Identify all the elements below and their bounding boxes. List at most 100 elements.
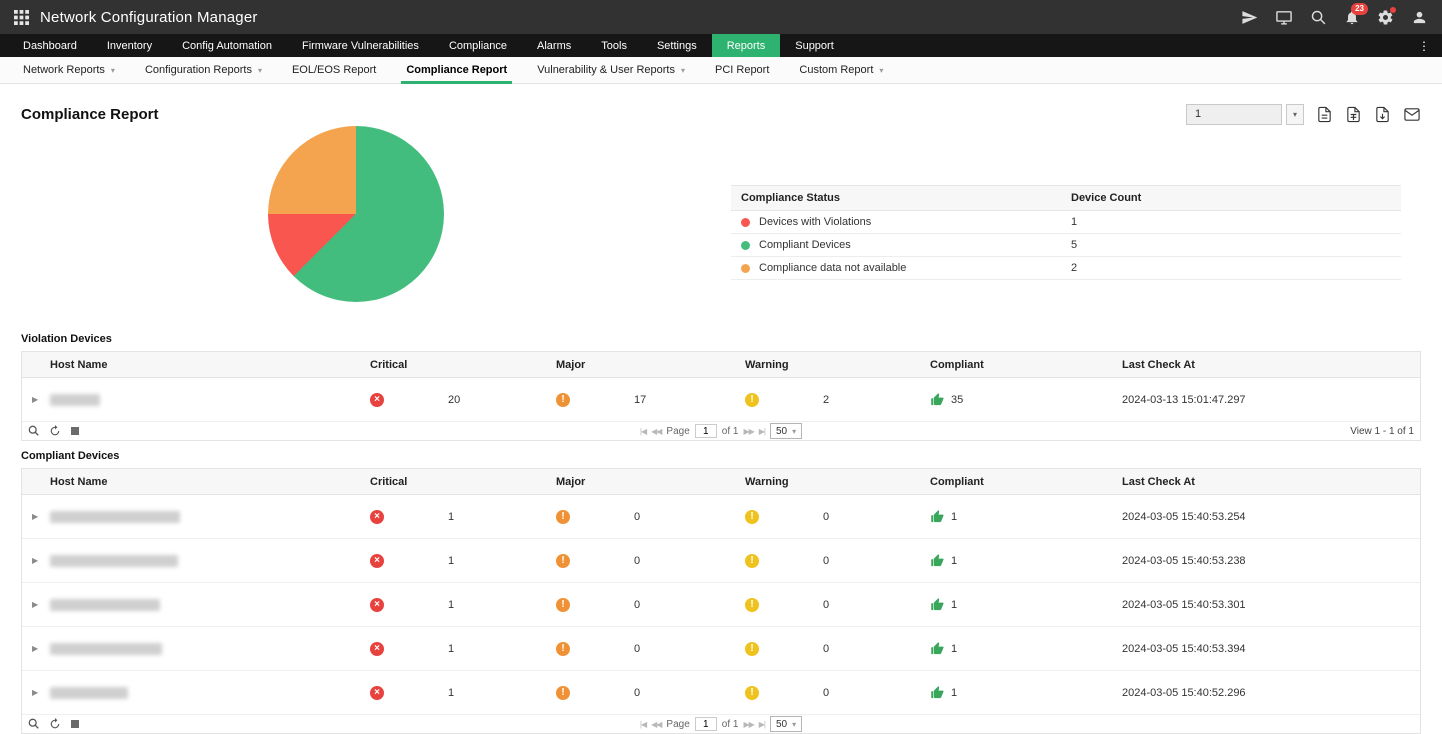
table-row: ▶ ×1 !0 !0 1 2024-03-05 15:40:53.238: [22, 539, 1420, 583]
row-expand-icon[interactable]: ▶: [32, 395, 44, 404]
column-header-critical[interactable]: Critical: [370, 359, 556, 371]
host-name-redacted: [50, 555, 178, 567]
pager-prev-icon[interactable]: ◀◀: [651, 427, 661, 436]
column-header-warning[interactable]: Warning: [745, 476, 930, 488]
column-header-last-check[interactable]: Last Check At: [1122, 359, 1420, 371]
export-spreadsheet-icon[interactable]: [1345, 106, 1362, 123]
nav-item-inventory[interactable]: Inventory: [92, 34, 167, 57]
nav-item-alarms[interactable]: Alarms: [522, 34, 586, 57]
warning-status-icon: !: [745, 686, 759, 700]
legend-count: 1: [1071, 216, 1077, 228]
table-header-row: Host Name Critical Major Warning Complia…: [22, 352, 1420, 378]
nav-item-tools[interactable]: Tools: [586, 34, 642, 57]
email-report-icon[interactable]: [1403, 106, 1421, 123]
major-count: 0: [634, 599, 640, 611]
pager-prev-icon[interactable]: ◀◀: [651, 720, 661, 729]
table-refresh-icon[interactable]: [49, 718, 61, 730]
major-count: 0: [634, 687, 640, 699]
subnav-network-reports[interactable]: Network Reports ▾: [8, 57, 130, 83]
nav-item-reports[interactable]: Reports: [712, 34, 781, 57]
table-header-row: Host Name Critical Major Warning Complia…: [22, 469, 1420, 495]
nav-item-settings[interactable]: Settings: [642, 34, 712, 57]
critical-status-icon: ×: [370, 686, 384, 700]
column-header-critical[interactable]: Critical: [370, 476, 556, 488]
column-header-warning[interactable]: Warning: [745, 359, 930, 371]
subnav-compliance-report[interactable]: Compliance Report: [391, 57, 522, 83]
subnav-eol-eos-report[interactable]: EOL/EOS Report: [277, 57, 391, 83]
column-header-last-check[interactable]: Last Check At: [1122, 476, 1420, 488]
thumbs-up-icon: [930, 509, 945, 524]
send-feedback-icon[interactable]: [1241, 9, 1258, 26]
legend-row-no-data[interactable]: Compliance data not available 2: [731, 257, 1401, 280]
column-header-major[interactable]: Major: [556, 359, 745, 371]
subnav-configuration-reports[interactable]: Configuration Reports ▾: [130, 57, 277, 83]
row-expand-icon[interactable]: ▶: [32, 688, 44, 697]
legend-row-compliant[interactable]: Compliant Devices 5: [731, 234, 1401, 257]
pager-next-icon[interactable]: ▶▶: [743, 427, 753, 436]
table-column-chooser-icon[interactable]: [70, 719, 80, 729]
pager-first-icon[interactable]: |◀: [640, 427, 646, 436]
column-header-major[interactable]: Major: [556, 476, 745, 488]
nav-item-support[interactable]: Support: [780, 34, 849, 57]
row-expand-icon[interactable]: ▶: [32, 644, 44, 653]
violation-devices-table: Host Name Critical Major Warning Complia…: [21, 351, 1421, 441]
settings-gear-icon[interactable]: [1377, 9, 1394, 26]
remote-monitor-icon[interactable]: [1275, 9, 1293, 26]
nav-item-compliance[interactable]: Compliance: [434, 34, 522, 57]
table-refresh-icon[interactable]: [49, 425, 61, 437]
thumbs-up-icon: [930, 597, 945, 612]
pager-last-icon[interactable]: ▶|: [759, 427, 765, 436]
column-header-compliant[interactable]: Compliant: [930, 359, 1122, 371]
host-name-redacted: [50, 643, 162, 655]
notifications-bell-icon[interactable]: 23: [1344, 9, 1360, 26]
app-header: Network Configuration Manager 23: [0, 0, 1442, 34]
table-search-icon[interactable]: [28, 425, 40, 437]
compliance-pie-chart[interactable]: [268, 126, 444, 302]
legend-color-dot: [741, 218, 750, 227]
critical-status-icon: ×: [370, 598, 384, 612]
subnav-pci-report[interactable]: PCI Report: [700, 57, 784, 83]
row-expand-icon[interactable]: ▶: [32, 600, 44, 609]
row-expand-icon[interactable]: ▶: [32, 512, 44, 521]
nav-item-dashboard[interactable]: Dashboard: [8, 34, 92, 57]
compliance-legend-table: Compliance Status Device Count Devices w…: [731, 185, 1401, 280]
subnav-label: PCI Report: [715, 64, 769, 76]
column-header-host-name[interactable]: Host Name: [22, 476, 370, 488]
pager-next-icon[interactable]: ▶▶: [743, 720, 753, 729]
report-selector-caret-icon[interactable]: ▾: [1286, 104, 1304, 125]
subnav-vulnerability-user-reports[interactable]: Vulnerability & User Reports ▾: [522, 57, 700, 83]
warning-count: 0: [823, 555, 829, 567]
nav-item-firmware-vulnerabilities[interactable]: Firmware Vulnerabilities: [287, 34, 434, 57]
critical-status-icon: ×: [370, 554, 384, 568]
legend-color-dot: [741, 264, 750, 273]
export-download-icon[interactable]: [1374, 106, 1391, 123]
nav-overflow-menu-icon[interactable]: ⋮: [1406, 34, 1442, 57]
page-label: Page: [666, 719, 689, 730]
critical-status-icon: ×: [370, 642, 384, 656]
app-launcher-grid-icon[interactable]: [14, 10, 29, 25]
page-of-label: of 1: [722, 719, 739, 730]
subnav-label: Configuration Reports: [145, 64, 252, 76]
search-icon[interactable]: [1310, 9, 1327, 26]
page-size-select[interactable]: 50 ▾: [770, 423, 802, 439]
row-expand-icon[interactable]: ▶: [32, 556, 44, 565]
major-count: 17: [634, 394, 646, 406]
report-selector-value[interactable]: 1: [1186, 104, 1282, 125]
page-number-input[interactable]: [695, 424, 717, 438]
table-search-icon[interactable]: [28, 718, 40, 730]
page-number-input[interactable]: [695, 717, 717, 731]
pager-last-icon[interactable]: ▶|: [759, 720, 765, 729]
table-column-chooser-icon[interactable]: [70, 426, 80, 436]
table-row: ▶ ×1 !0 !0 1 2024-03-05 15:40:53.254: [22, 495, 1420, 539]
warning-count: 0: [823, 511, 829, 523]
critical-count: 1: [448, 511, 454, 523]
nav-item-config-automation[interactable]: Config Automation: [167, 34, 287, 57]
legend-row-violations[interactable]: Devices with Violations 1: [731, 211, 1401, 234]
pager-first-icon[interactable]: |◀: [640, 720, 646, 729]
user-profile-icon[interactable]: [1411, 9, 1428, 26]
subnav-custom-report[interactable]: Custom Report ▾: [784, 57, 898, 83]
column-header-compliant[interactable]: Compliant: [930, 476, 1122, 488]
column-header-host-name[interactable]: Host Name: [22, 359, 370, 371]
page-size-select[interactable]: 50 ▾: [770, 716, 802, 732]
export-pdf-icon[interactable]: [1316, 106, 1333, 123]
